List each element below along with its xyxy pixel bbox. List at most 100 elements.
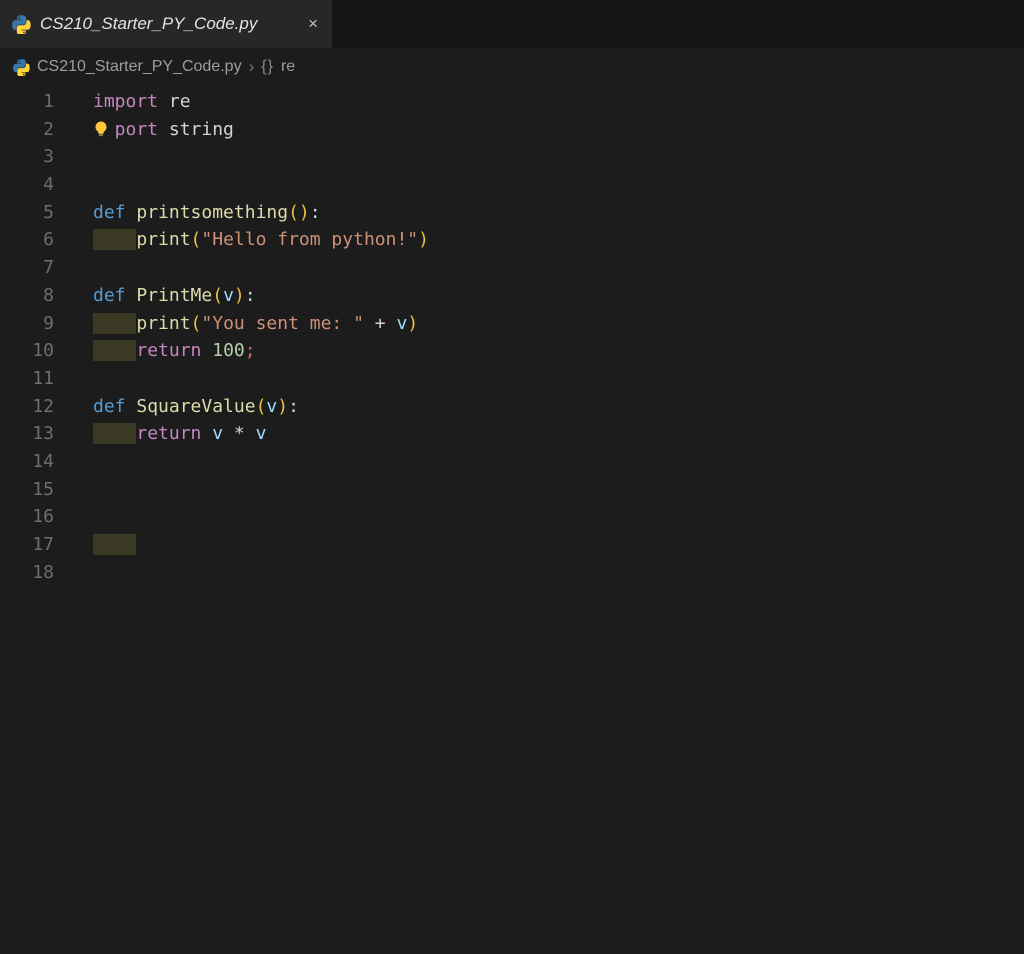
code-line: 18 (0, 559, 1024, 587)
code-token: ( (212, 284, 224, 306)
code-token: + (363, 312, 397, 334)
lightbulb-icon[interactable] (93, 118, 115, 141)
code-line-content[interactable] (54, 365, 1024, 393)
code-token: return (136, 340, 202, 362)
code-line: 9 print("You sent me: " + v) (0, 310, 1024, 338)
indent-highlight (93, 340, 137, 362)
code-line-content[interactable]: def printsomething(): (54, 199, 1024, 227)
line-number[interactable]: 4 (0, 171, 54, 199)
code-line-content[interactable] (54, 254, 1024, 282)
code-line: 10 return 100; (0, 337, 1024, 365)
code-token: def (93, 284, 126, 306)
line-number[interactable]: 1 (0, 88, 54, 116)
breadcrumb-symbol[interactable]: re (281, 58, 295, 76)
line-number[interactable]: 5 (0, 199, 54, 227)
code-token: def (93, 395, 126, 417)
code-token: re (158, 91, 191, 112)
code-line-content[interactable] (54, 559, 1024, 587)
code-token: : (244, 284, 256, 306)
code-token: "You sent me: " (201, 312, 364, 334)
line-number[interactable]: 9 (0, 310, 54, 338)
code-line: 11 (0, 365, 1024, 393)
line-number[interactable]: 17 (0, 531, 54, 559)
tab-title: CS210_Starter_PY_Code.py (40, 14, 258, 33)
code-line-content[interactable]: import re (54, 88, 1024, 116)
code-token: printsomething (136, 201, 289, 223)
code-token: ) (233, 284, 245, 306)
line-number[interactable]: 8 (0, 282, 54, 310)
code-token: string (158, 118, 234, 140)
code-line: 7 (0, 254, 1024, 282)
line-number[interactable]: 16 (0, 503, 54, 531)
line-number[interactable]: 10 (0, 337, 54, 365)
code-line: 1 import re (0, 88, 1024, 116)
line-number[interactable]: 3 (0, 143, 54, 171)
code-line-content[interactable]: return v * v (54, 420, 1024, 448)
code-line: 2 import string (0, 116, 1024, 144)
code-line: 15 (0, 476, 1024, 504)
code-token: v (255, 423, 267, 445)
code-token: 100 (212, 340, 245, 362)
line-number[interactable]: 13 (0, 420, 54, 448)
code-token: ( (288, 201, 299, 223)
code-token: "Hello from python!" (201, 229, 419, 251)
code-line-content[interactable]: import string (54, 116, 1024, 144)
tab-close-icon[interactable]: × (306, 14, 320, 34)
code-token: v (223, 284, 234, 306)
code-line-content[interactable] (54, 503, 1024, 531)
breadcrumb-separator-icon: › (248, 57, 255, 76)
code-token: ( (190, 229, 202, 251)
code-line: 6 print("Hello from python!") (0, 226, 1024, 254)
code-token: v (396, 312, 408, 334)
code-line-content[interactable]: def PrintMe(v): (54, 282, 1024, 310)
code-line: 14 (0, 448, 1024, 476)
code-token: ) (277, 395, 289, 417)
code-line: 12 def SquareValue(v): (0, 393, 1024, 421)
code-token: print (136, 312, 191, 334)
line-number[interactable]: 12 (0, 393, 54, 421)
code-token: ; (244, 340, 256, 362)
code-line-content[interactable]: return 100; (54, 337, 1024, 365)
code-token: ) (418, 229, 429, 251)
line-number[interactable]: 18 (0, 559, 54, 587)
code-line-content[interactable] (54, 143, 1024, 171)
breadcrumb-file[interactable]: CS210_Starter_PY_Code.py (37, 58, 242, 76)
code-token: def (93, 201, 126, 223)
code-line-content[interactable]: print("Hello from python!") (54, 226, 1024, 254)
code-token: * (233, 423, 245, 445)
python-file-icon-small (13, 58, 30, 76)
code-line-content[interactable] (54, 448, 1024, 476)
tab-bar: CS210_Starter_PY_Code.py × (0, 0, 1024, 48)
code-line: 3 (0, 143, 1024, 171)
code-token: ( (255, 395, 267, 417)
line-number[interactable]: 11 (0, 365, 54, 393)
code-line-content[interactable] (54, 171, 1024, 199)
code-line-content[interactable]: print("You sent me: " + v) (54, 310, 1024, 338)
breadcrumb: CS210_Starter_PY_Code.py › {} re (0, 48, 1024, 86)
code-line: 4 (0, 171, 1024, 199)
code-line: 13 return v * v (0, 420, 1024, 448)
line-number[interactable]: 15 (0, 476, 54, 504)
indent-highlight (93, 312, 137, 334)
line-number[interactable]: 2 (0, 116, 54, 144)
tab-cs210-starter-py-code[interactable]: CS210_Starter_PY_Code.py × (0, 0, 332, 48)
code-token: : (309, 201, 321, 223)
code-token: import (93, 91, 159, 112)
code-token: print (136, 229, 191, 251)
code-line-content[interactable]: def SquareValue(v): (54, 393, 1024, 421)
code-line-content[interactable] (54, 531, 1024, 559)
line-number[interactable]: 14 (0, 448, 54, 476)
indent-highlight (93, 423, 137, 445)
code-token: SquareValue (136, 395, 256, 417)
line-number[interactable]: 7 (0, 254, 54, 282)
code-token: ) (298, 201, 310, 223)
python-file-icon (12, 14, 31, 34)
code-line-content[interactable] (54, 476, 1024, 504)
line-number[interactable]: 6 (0, 226, 54, 254)
